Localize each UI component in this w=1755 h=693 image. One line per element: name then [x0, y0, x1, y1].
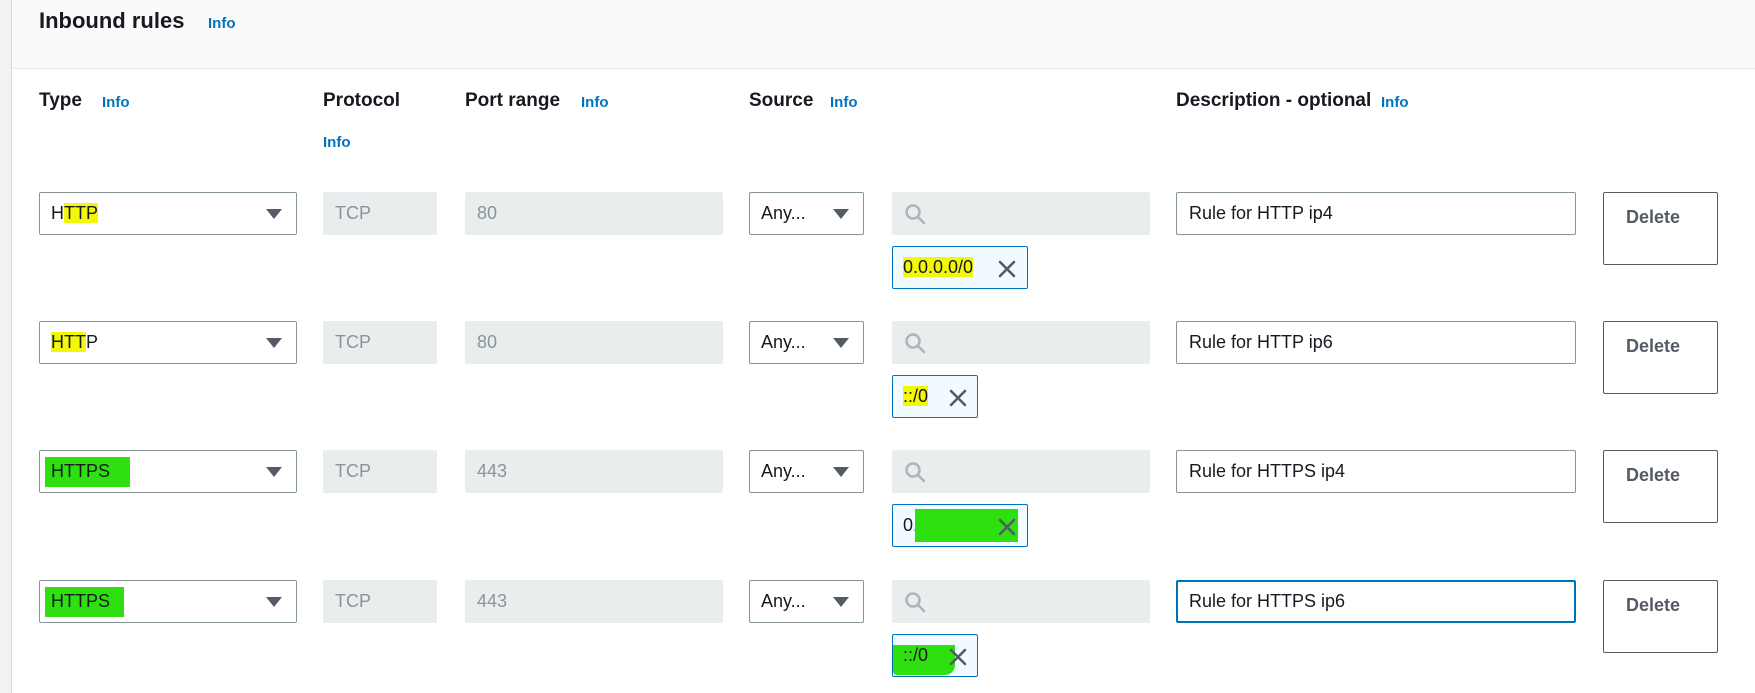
protocol-field: TCP [323, 321, 437, 364]
search-icon [905, 333, 926, 354]
cidr-token: ::/0 [892, 634, 978, 677]
source-search-input[interactable] [892, 192, 1150, 235]
close-icon[interactable] [997, 259, 1017, 279]
search-icon [905, 462, 926, 483]
type-first-letter: H [51, 203, 64, 223]
port-range-field: 80 [465, 321, 723, 364]
description-input[interactable]: Rule for HTTPS ip6 [1176, 580, 1576, 623]
cidr-value: ::/0 [903, 645, 929, 665]
port-range-field: 80 [465, 192, 723, 235]
source-type-value: Any... [761, 203, 806, 223]
column-header-source: Source [749, 90, 814, 111]
source-search-input[interactable] [892, 580, 1150, 623]
delete-button[interactable]: Delete [1603, 580, 1718, 653]
caret-down-icon [833, 467, 849, 477]
source-search-input[interactable] [892, 450, 1150, 493]
type-value: HTTP [51, 332, 98, 352]
type-select[interactable]: HTTP [39, 321, 297, 364]
cidr-token: ::/0 [892, 375, 978, 418]
type-value: HTTPS [45, 457, 131, 487]
type-info-link[interactable]: Info [102, 94, 130, 111]
description-info-link[interactable]: Info [1381, 94, 1409, 111]
source-type-value: Any... [761, 332, 806, 352]
column-header-description: Description - optional [1176, 90, 1372, 111]
page-title: Inbound rules [39, 8, 185, 33]
column-header-type: Type [39, 90, 82, 111]
source-type-select[interactable]: Any... [749, 321, 864, 364]
caret-down-icon [833, 338, 849, 348]
port-range-field: 443 [465, 580, 723, 623]
caret-down-icon [266, 338, 282, 348]
source-type-value: Any... [761, 591, 806, 611]
description-input[interactable]: Rule for HTTPS ip4 [1176, 450, 1576, 493]
search-icon [905, 592, 926, 613]
source-type-value: Any... [761, 461, 806, 481]
caret-down-icon [266, 597, 282, 607]
caret-down-icon [266, 209, 282, 219]
caret-down-icon [833, 597, 849, 607]
cidr-value: ::/0 [903, 386, 929, 406]
cidr-token: 0.0.0.0/0 [892, 504, 1028, 547]
panel-header: Inbound rules Info [12, 0, 1755, 69]
inbound-rules-panel: Inbound rules Info Type Info Protocol In… [11, 0, 1755, 693]
close-icon[interactable] [997, 517, 1017, 537]
cidr-value: 0.0.0.0/0 [903, 257, 974, 277]
type-highlight: HTT [51, 332, 86, 352]
source-search-input[interactable] [892, 321, 1150, 364]
source-type-select[interactable]: Any... [749, 450, 864, 493]
source-info-link[interactable]: Info [830, 94, 858, 111]
description-input[interactable]: Rule for HTTP ip4 [1176, 192, 1576, 235]
type-highlight: TTP [64, 203, 98, 223]
title-info-link[interactable]: Info [208, 15, 236, 32]
source-type-select[interactable]: Any... [749, 580, 864, 623]
port-range-info-link[interactable]: Info [581, 94, 609, 111]
search-icon [905, 204, 926, 225]
column-header-port-range: Port range [465, 90, 561, 111]
caret-down-icon [833, 209, 849, 219]
delete-button[interactable]: Delete [1603, 321, 1718, 394]
type-select[interactable]: HTTPS [39, 580, 297, 623]
source-type-select[interactable]: Any... [749, 192, 864, 235]
protocol-field: TCP [323, 580, 437, 623]
protocol-field: TCP [323, 450, 437, 493]
protocol-info-link[interactable]: Info [323, 134, 351, 151]
type-value: HTTPS [45, 587, 125, 617]
description-input[interactable]: Rule for HTTP ip6 [1176, 321, 1576, 364]
delete-button[interactable]: Delete [1603, 192, 1718, 265]
close-icon[interactable] [948, 388, 968, 408]
port-range-field: 443 [465, 450, 723, 493]
type-value: HTTP [51, 203, 98, 223]
type-select[interactable]: HTTP [39, 192, 297, 235]
protocol-field: TCP [323, 192, 437, 235]
column-header-protocol: Protocol [323, 90, 401, 111]
caret-down-icon [266, 467, 282, 477]
type-select[interactable]: HTTPS [39, 450, 297, 493]
delete-button[interactable]: Delete [1603, 450, 1718, 523]
type-last-letter: P [86, 332, 99, 352]
close-icon[interactable] [948, 647, 968, 667]
cidr-token: 0.0.0.0/0 [892, 246, 1028, 289]
